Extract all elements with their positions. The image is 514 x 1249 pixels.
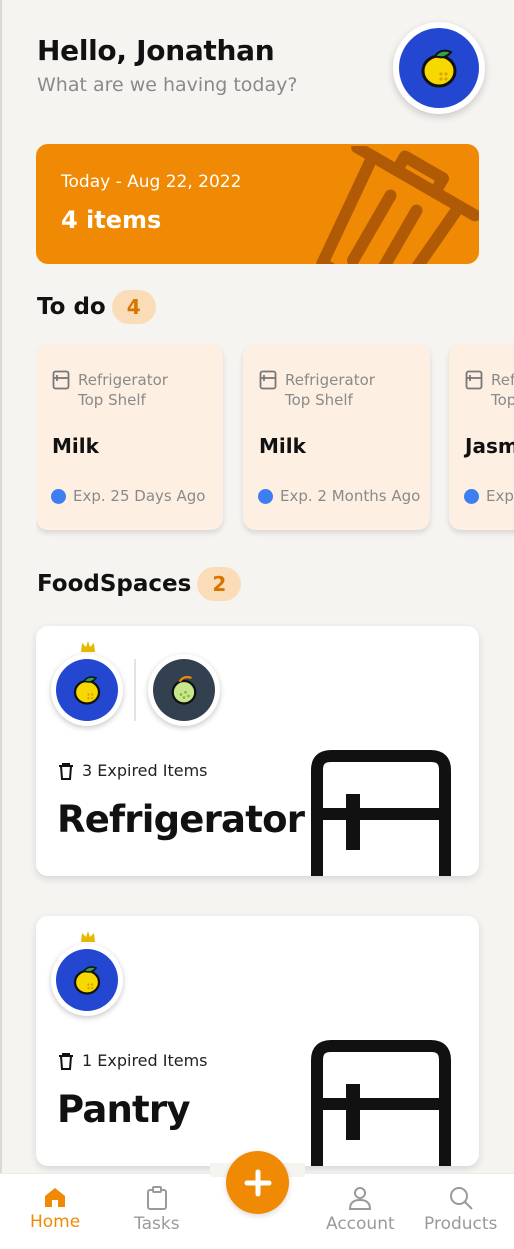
today-banner[interactable]: Today - Aug 22, 2022 4 items: [36, 144, 479, 264]
nav-account[interactable]: Account: [326, 1186, 395, 1234]
expiry-dot: [51, 488, 66, 504]
lemon-icon: [73, 676, 101, 705]
todo-section-title: To do 4: [37, 290, 156, 324]
fridge-icon: [311, 1040, 451, 1166]
expired-count: 3 Expired Items: [58, 761, 208, 780]
member-avatar[interactable]: [148, 654, 220, 726]
nav-products[interactable]: Products: [424, 1186, 497, 1234]
greeting: Hello, Jonathan: [37, 34, 275, 67]
fridge-icon: [52, 370, 70, 390]
crown-icon: [81, 931, 95, 942]
add-button[interactable]: [226, 1151, 289, 1214]
nav-tasks-label: Tasks: [134, 1214, 180, 1234]
nav-home-label: Home: [30, 1212, 81, 1232]
foodspaces-count-badge: 2: [197, 567, 242, 601]
plus-icon: [244, 1169, 271, 1196]
foodspaces-title: FoodSpaces: [37, 571, 192, 597]
user-icon: [349, 1187, 372, 1210]
banner-item-count: 4 items: [61, 206, 162, 234]
banner-date: Today - Aug 22, 2022: [61, 172, 242, 192]
todo-expiry-text: Exp. 25 Days Ago: [486, 487, 514, 505]
foodspace-name: Pantry: [57, 1088, 190, 1131]
todo-sublocation: Top Shelf: [285, 391, 353, 409]
todo-expiry: Exp. 25 Days Ago: [51, 487, 205, 505]
nav-tasks[interactable]: Tasks: [134, 1186, 180, 1234]
member-avatar[interactable]: [51, 654, 123, 726]
todo-expiry: Exp. 25 Days Ago: [464, 487, 514, 505]
todo-expiry-text: Exp. 25 Days Ago: [73, 487, 206, 505]
todo-location-name: Refrigerator: [491, 371, 514, 389]
trash-icon: [59, 762, 73, 780]
todo-sublocation: Top Shelf: [78, 391, 146, 409]
expiry-dot: [464, 488, 479, 504]
left-edge: [0, 0, 2, 1249]
todo-location: Refrigerator Top Shelf: [465, 370, 514, 410]
lime-icon: [171, 675, 197, 705]
expired-count-text: 1 Expired Items: [82, 1051, 208, 1070]
todo-carousel[interactable]: Refrigerator Top Shelf Milk Exp. 25 Days …: [36, 344, 514, 544]
todo-sublocation: Top Shelf: [491, 391, 514, 409]
lemon-icon: [73, 966, 101, 995]
expired-count: 1 Expired Items: [58, 1051, 208, 1070]
fridge-icon: [465, 370, 483, 390]
todo-location-name: Refrigerator: [78, 371, 168, 389]
todo-location: Refrigerator Top Shelf: [259, 370, 375, 410]
member-avatar[interactable]: [51, 944, 123, 1016]
todo-expiry-text: Exp. 2 Months Ago: [280, 487, 421, 505]
member-divider: [134, 659, 136, 721]
todo-item-name: Milk: [52, 434, 99, 458]
fridge-icon: [311, 750, 451, 876]
todo-count-badge: 4: [111, 290, 156, 324]
todo-title: To do: [37, 294, 106, 320]
home-icon: [45, 1188, 66, 1207]
trash-icon: [316, 146, 479, 264]
trash-icon: [59, 1052, 73, 1070]
foodspaces-section-title: FoodSpaces 2: [37, 567, 242, 601]
foodspace-name: Refrigerator: [57, 798, 305, 841]
todo-card[interactable]: Refrigerator Top Shelf Milk Exp. 2 Months…: [243, 344, 430, 530]
todo-card[interactable]: Refrigerator Top Shelf Jasmine Exp. 25 Da…: [449, 344, 514, 530]
lemon-icon: [421, 49, 457, 88]
todo-expiry: Exp. 2 Months Ago: [258, 487, 420, 505]
expiry-dot: [258, 488, 273, 504]
clipboard-icon: [146, 1186, 167, 1210]
fridge-icon: [259, 370, 277, 390]
todo-item-name: Jasmine: [465, 434, 514, 458]
search-icon: [449, 1187, 473, 1210]
user-avatar[interactable]: [393, 22, 485, 114]
todo-location: Refrigerator Top Shelf: [52, 370, 168, 410]
nav-account-label: Account: [326, 1214, 395, 1234]
expired-count-text: 3 Expired Items: [82, 761, 208, 780]
foodspace-card-pantry[interactable]: 1 Expired Items Pantry: [36, 916, 479, 1166]
todo-location-name: Refrigerator: [285, 371, 375, 389]
nav-home[interactable]: Home: [30, 1186, 80, 1232]
todo-item-name: Milk: [259, 434, 306, 458]
foodspace-card-refrigerator[interactable]: 3 Expired Items Refrigerator: [36, 626, 479, 876]
crown-icon: [81, 641, 95, 652]
nav-products-label: Products: [424, 1214, 498, 1234]
greeting-subtitle: What are we having today?: [37, 74, 298, 96]
todo-card[interactable]: Refrigerator Top Shelf Milk Exp. 25 Days …: [36, 344, 223, 530]
